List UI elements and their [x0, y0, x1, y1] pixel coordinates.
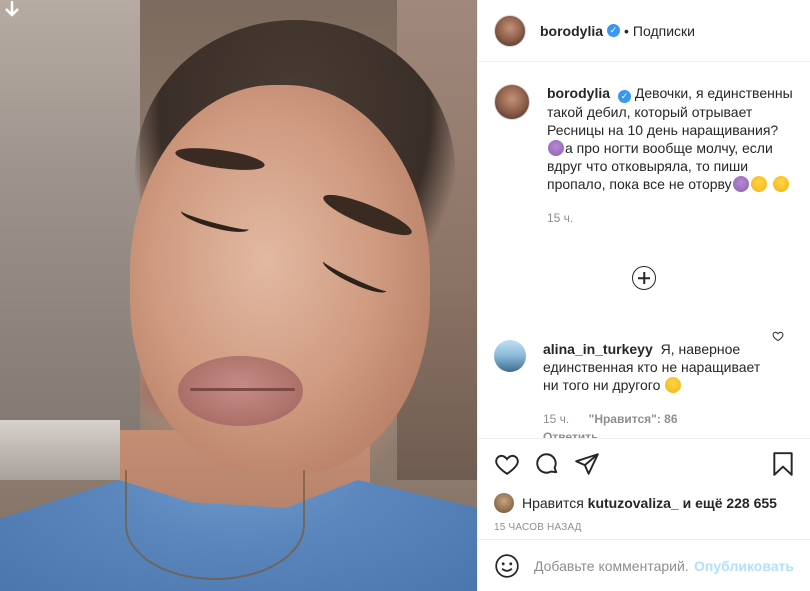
- facepalm-emoji-icon: [548, 140, 564, 156]
- paper-plane-icon[interactable]: [574, 451, 600, 477]
- reply-author[interactable]: alina_in_turkeyy: [543, 341, 653, 357]
- caption-comment: borodylia ✓ Девочки, я единственны такой …: [478, 62, 810, 227]
- liker-username[interactable]: kutuzovaliza_: [588, 495, 679, 511]
- post-header: borodylia ✓ • Подписки: [478, 0, 810, 62]
- author-avatar[interactable]: [494, 14, 526, 47]
- verified-badge-icon: ✓: [607, 24, 621, 37]
- plus-circle-icon[interactable]: [632, 266, 656, 290]
- caption-author[interactable]: borodylia: [547, 85, 610, 101]
- liker-avatar[interactable]: [494, 493, 514, 513]
- add-comment-bar: Опубликовать: [478, 539, 810, 591]
- header-separator: •: [624, 22, 629, 39]
- author-username[interactable]: borodylia: [540, 23, 603, 39]
- publish-button[interactable]: Опубликовать: [694, 558, 794, 574]
- facepalm-emoji-icon: [732, 176, 749, 192]
- caption-avatar[interactable]: [494, 84, 530, 120]
- comment-icon[interactable]: [534, 451, 560, 477]
- winking-tongue-emoji-icon: [750, 176, 767, 192]
- reply-comment: alina_in_turkeyy Я, наверное единственна…: [478, 318, 810, 438]
- down-arrow-icon[interactable]: [4, 0, 22, 20]
- verified-badge-icon: ✓: [618, 90, 632, 103]
- bookmark-icon[interactable]: [770, 451, 796, 477]
- likes-prefix: Нравится: [522, 495, 584, 511]
- action-bar: [478, 438, 810, 488]
- reply-time[interactable]: 15 ч.: [543, 412, 569, 426]
- heart-icon[interactable]: [494, 451, 520, 477]
- post-photo[interactable]: [0, 0, 477, 591]
- reply-likes[interactable]: "Нравится": 86: [589, 412, 678, 426]
- comment-input[interactable]: [534, 557, 689, 574]
- reply-button[interactable]: Ответить: [543, 430, 598, 438]
- caption-time[interactable]: 15 ч.: [547, 211, 573, 225]
- reply-avatar[interactable]: [494, 340, 526, 372]
- comments-section[interactable]: borodylia ✓ Девочки, я единственны такой …: [478, 62, 810, 438]
- smiley-icon[interactable]: [494, 553, 520, 579]
- winking-tongue-emoji-icon: [772, 176, 789, 192]
- follow-button[interactable]: Подписки: [633, 23, 695, 39]
- likes-count[interactable]: и ещё 228 655: [683, 495, 777, 511]
- likes-summary: Нравится kutuzovaliza_ и ещё 228 655: [478, 488, 810, 518]
- post-side-panel: borodylia ✓ • Подписки borodylia ✓ Девочк…: [477, 0, 810, 591]
- winking-tongue-emoji-icon: [665, 377, 682, 393]
- heart-icon[interactable]: [772, 330, 784, 342]
